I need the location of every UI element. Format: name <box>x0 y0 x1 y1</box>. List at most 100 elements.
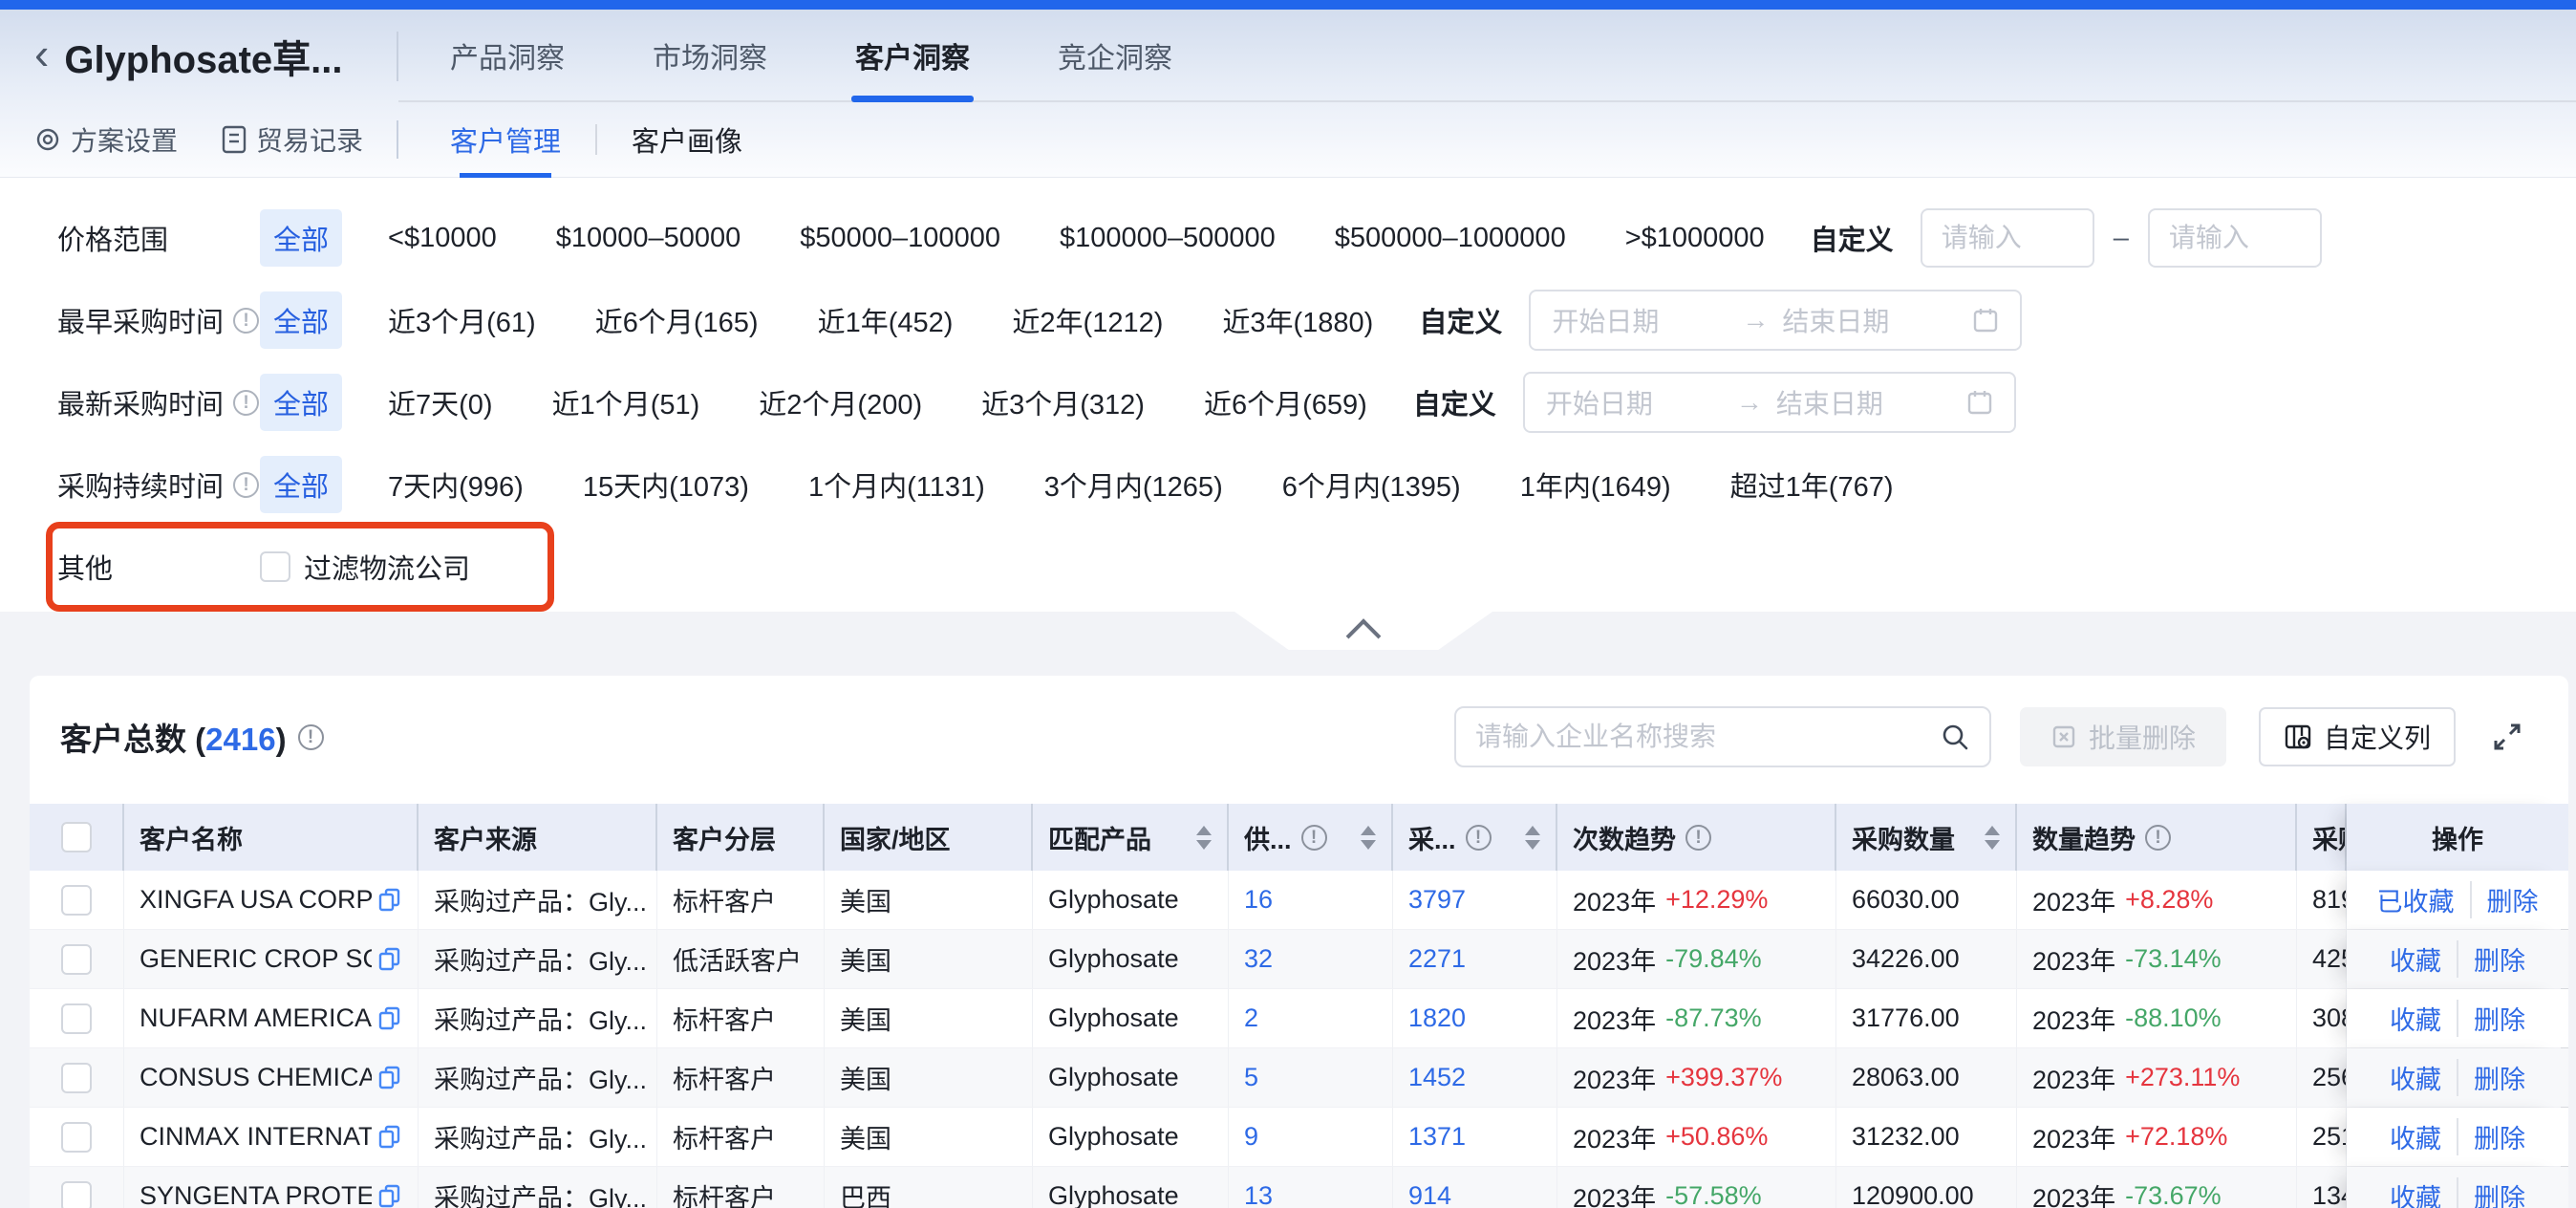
info-icon[interactable]: ! <box>1685 825 1711 851</box>
purchase-count-link[interactable]: 914 <box>1393 1167 1557 1208</box>
scheme-title-block[interactable]: ‹ Glyphosate草... <box>0 10 397 102</box>
filter-option[interactable]: 近3个月(61) <box>375 291 549 349</box>
supplier-count-link[interactable]: 5 <box>1229 1048 1393 1107</box>
copy-icon[interactable] <box>377 887 402 914</box>
copy-icon[interactable] <box>377 1183 402 1208</box>
supplier-count-link[interactable]: 9 <box>1229 1108 1393 1166</box>
info-icon[interactable]: ! <box>233 472 259 498</box>
sort-icon[interactable] <box>1196 826 1212 850</box>
sort-icon[interactable] <box>1525 826 1540 850</box>
sort-icon[interactable] <box>1361 826 1376 850</box>
search-icon[interactable] <box>1940 722 1970 752</box>
filter-option-all[interactable]: 全部 <box>260 456 342 513</box>
favorite-button[interactable]: 收藏 <box>2390 1000 2441 1037</box>
supplier-count-link[interactable]: 32 <box>1229 930 1393 988</box>
copy-icon[interactable] <box>377 1005 402 1032</box>
filter-option-all[interactable]: 全部 <box>260 209 342 267</box>
filter-custom-label[interactable]: 自定义 <box>1419 300 1502 340</box>
info-icon[interactable]: ! <box>1466 825 1492 851</box>
purchase-count-link[interactable]: 1371 <box>1393 1108 1557 1166</box>
row-checkbox[interactable] <box>61 885 92 916</box>
purchase-count-link[interactable]: 2271 <box>1393 930 1557 988</box>
customer-name[interactable]: CONSUS CHEMICAL <box>140 1063 372 1092</box>
filter-option-all[interactable]: 全部 <box>260 291 342 349</box>
tab-competitor-insight[interactable]: 竞企洞察 <box>1058 10 1172 100</box>
price-min-input[interactable] <box>1921 208 2094 268</box>
purchase-count-link[interactable]: 1820 <box>1393 989 1557 1047</box>
subtab-customer-management[interactable]: 客户管理 <box>450 119 561 160</box>
customer-name[interactable]: GENERIC CROP SCI <box>140 944 372 974</box>
filter-option[interactable]: 7天内(996) <box>375 456 537 513</box>
filter-option[interactable]: $50000–100000 <box>786 214 1014 263</box>
info-icon[interactable]: ! <box>1301 825 1327 851</box>
price-max-input[interactable] <box>2148 208 2322 268</box>
company-search-input[interactable] <box>1475 722 1940 752</box>
filter-option[interactable]: 15天内(1073) <box>569 456 762 513</box>
tab-market-insight[interactable]: 市场洞察 <box>653 10 767 100</box>
trade-records-button[interactable]: 贸易记录 <box>222 120 363 159</box>
favorite-button[interactable]: 收藏 <box>2390 1059 2441 1096</box>
customer-name[interactable]: CINMAX INTERNATIO <box>140 1122 372 1152</box>
supplier-count-link[interactable]: 2 <box>1229 989 1393 1047</box>
filter-option[interactable]: 近6个月(659) <box>1191 374 1381 431</box>
filter-option[interactable]: <$10000 <box>375 214 510 263</box>
customer-name[interactable]: NUFARM AMERICAS, <box>140 1003 372 1033</box>
filter-option[interactable]: 近7天(0) <box>375 374 506 431</box>
tab-customer-insight[interactable]: 客户洞察 <box>855 10 970 100</box>
delete-button[interactable]: 删除 <box>2470 881 2539 918</box>
company-search-box[interactable] <box>1454 706 1991 767</box>
favorite-button[interactable]: 收藏 <box>2390 940 2441 978</box>
filter-option[interactable]: 1年内(1649) <box>1507 456 1685 513</box>
favorite-button[interactable]: 收藏 <box>2390 1177 2441 1208</box>
favorite-button[interactable]: 收藏 <box>2390 1118 2441 1155</box>
supplier-count-link[interactable]: 13 <box>1229 1167 1393 1208</box>
supplier-count-link[interactable]: 16 <box>1229 871 1393 929</box>
filter-option[interactable]: 近1个月(51) <box>539 374 714 431</box>
info-icon[interactable]: ! <box>298 724 324 750</box>
favorite-button[interactable]: 已收藏 <box>2377 881 2455 918</box>
copy-icon[interactable] <box>377 946 402 973</box>
select-all-checkbox[interactable] <box>61 822 92 852</box>
collapse-filters-button[interactable] <box>1234 612 1492 650</box>
filter-custom-label[interactable]: 自定义 <box>1811 218 1894 258</box>
batch-delete-button[interactable]: 批量删除 <box>2020 707 2226 766</box>
filter-option-all[interactable]: 全部 <box>260 374 342 431</box>
row-checkbox[interactable] <box>61 1063 92 1093</box>
customer-name[interactable]: SYNGENTA PROTEC <box>140 1181 372 1208</box>
copy-icon[interactable] <box>377 1065 402 1091</box>
delete-button[interactable]: 删除 <box>2457 1118 2525 1155</box>
subtab-customer-profile[interactable]: 客户画像 <box>632 119 742 160</box>
scheme-settings-button[interactable]: 方案设置 <box>34 120 178 159</box>
filter-option[interactable]: $10000–50000 <box>543 214 755 263</box>
delete-button[interactable]: 删除 <box>2457 1000 2525 1037</box>
filter-option[interactable]: 3个月内(1265) <box>1031 456 1236 513</box>
filter-option[interactable]: 超过1年(767) <box>1717 456 1907 513</box>
filter-option[interactable]: 近1年(452) <box>805 291 967 349</box>
tab-product-insight[interactable]: 产品洞察 <box>450 10 565 100</box>
delete-button[interactable]: 删除 <box>2457 940 2525 978</box>
filter-option[interactable]: 6个月内(1395) <box>1269 456 1474 513</box>
filter-option[interactable]: 近3年(1880) <box>1209 291 1386 349</box>
sort-icon[interactable] <box>1985 826 2000 850</box>
copy-icon[interactable] <box>377 1124 402 1151</box>
filter-option[interactable]: 近6个月(165) <box>582 291 772 349</box>
purchase-count-link[interactable]: 1452 <box>1393 1048 1557 1107</box>
latest-date-range-picker[interactable]: 开始日期 → 结束日期 <box>1523 372 2016 433</box>
filter-option[interactable]: $500000–1000000 <box>1321 214 1579 263</box>
purchase-count-link[interactable]: 3797 <box>1393 871 1557 929</box>
row-checkbox[interactable] <box>61 944 92 975</box>
info-icon[interactable]: ! <box>233 308 259 334</box>
filter-option[interactable]: 1个月内(1131) <box>795 456 998 513</box>
earliest-date-range-picker[interactable]: 开始日期 → 结束日期 <box>1529 290 2022 351</box>
info-icon[interactable]: ! <box>2145 825 2171 851</box>
filter-option[interactable]: 近2个月(200) <box>745 374 935 431</box>
delete-button[interactable]: 删除 <box>2457 1059 2525 1096</box>
row-checkbox[interactable] <box>61 1181 92 1208</box>
row-checkbox[interactable] <box>61 1122 92 1153</box>
customer-name[interactable]: XINGFA USA CORPO <box>140 885 372 915</box>
filter-logistics-checkbox[interactable] <box>260 551 290 582</box>
filter-option[interactable]: $100000–500000 <box>1046 214 1289 263</box>
back-icon[interactable]: ‹ <box>34 32 49 76</box>
row-checkbox[interactable] <box>61 1003 92 1034</box>
info-icon[interactable]: ! <box>233 390 259 416</box>
